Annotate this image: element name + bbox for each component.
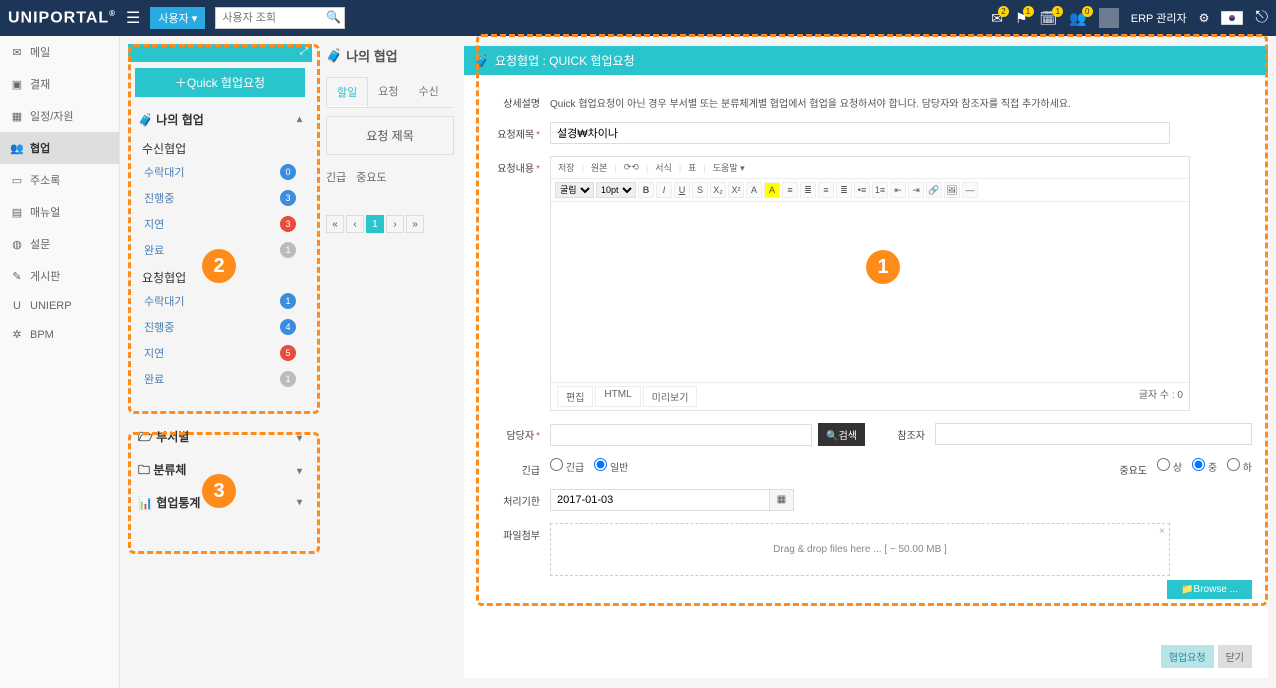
topbar: UNIPORTAL® ☰ 사용자 ▾ 🔍 ✉2 ⚑1 🗓1 👥0 ERP 관리자…: [0, 0, 1276, 36]
nav-icon: ✎: [10, 270, 24, 283]
nav-item-결재[interactable]: ▣결재: [0, 68, 119, 100]
close-button[interactable]: 닫기: [1218, 645, 1252, 668]
nav-item-메일[interactable]: ✉메일: [0, 36, 119, 68]
tab-request[interactable]: 요청: [368, 77, 408, 107]
list-header: 요청 제목: [326, 116, 454, 155]
nav-item-게시판[interactable]: ✎게시판: [0, 260, 119, 292]
search-icon[interactable]: 🔍: [326, 10, 341, 24]
nav-item-일정/자원[interactable]: ▦일정/자원: [0, 100, 119, 132]
pager-last[interactable]: »: [406, 215, 424, 233]
nav-icon: ✲: [10, 328, 24, 341]
flag-kr-icon[interactable]: [1221, 11, 1243, 25]
pager: « ‹ 1 › »: [326, 215, 454, 233]
marker-2: 2: [202, 249, 236, 283]
nav-icon: ▦: [10, 110, 24, 123]
user-dropdown[interactable]: 사용자 ▾: [150, 7, 205, 29]
main-nav: ✉메일▣결재▦일정/자원👥협업▭주소록▤매뉴얼◍설문✎게시판UUNIERP✲BP…: [0, 36, 120, 688]
nav-item-BPM[interactable]: ✲BPM: [0, 320, 119, 349]
alert-icon[interactable]: ⚑1: [1015, 10, 1028, 27]
group-icon[interactable]: 👥0: [1069, 10, 1086, 27]
pager-first[interactable]: «: [326, 215, 344, 233]
mail-icon[interactable]: ✉2: [991, 10, 1003, 27]
nav-icon: 👥: [10, 142, 24, 155]
nav-item-주소록[interactable]: ▭주소록: [0, 164, 119, 196]
nav-item-UNIERP[interactable]: UUNIERP: [0, 292, 119, 320]
nav-icon: ▭: [10, 174, 24, 187]
pager-next[interactable]: ›: [386, 215, 404, 233]
mid-column: 🧳 나의 협업 할일 요청 수신 요청 제목 긴급 중요도 « ‹ 1 › »: [320, 36, 460, 688]
nav-icon: ◍: [10, 238, 24, 251]
submit-button[interactable]: 협업요청: [1161, 645, 1214, 668]
pager-1[interactable]: 1: [366, 215, 384, 233]
calendar-icon[interactable]: 🗓1: [1040, 10, 1058, 27]
nav-item-협업[interactable]: 👥협업: [0, 132, 119, 164]
marker-1: 1: [866, 250, 900, 284]
user-name: ERP 관리자: [1131, 10, 1187, 26]
nav-icon: ✉: [10, 46, 24, 59]
nav-icon: U: [10, 300, 24, 312]
mid-tabs: 할일 요청 수신: [326, 77, 454, 108]
highlight-box-1: [476, 34, 1268, 606]
logo: UNIPORTAL®: [8, 9, 116, 27]
nav-icon: ▤: [10, 206, 24, 219]
nav-item-매뉴얼[interactable]: ▤매뉴얼: [0, 196, 119, 228]
mid-title: 🧳 나의 협업: [326, 46, 454, 65]
filter-urgent[interactable]: 긴급: [326, 169, 346, 185]
logout-icon[interactable]: ⎋: [1255, 9, 1268, 27]
nav-icon: ▣: [10, 78, 24, 91]
gear-icon[interactable]: ⚙: [1199, 11, 1210, 25]
highlight-box-2: [128, 44, 320, 414]
nav-item-설문[interactable]: ◍설문: [0, 228, 119, 260]
avatar[interactable]: [1099, 8, 1119, 28]
tab-todo[interactable]: 할일: [326, 77, 368, 107]
menu-toggle-icon[interactable]: ☰: [126, 8, 140, 28]
filter-priority[interactable]: 중요도: [356, 169, 386, 185]
tab-receive[interactable]: 수신: [409, 77, 449, 107]
pager-prev[interactable]: ‹: [346, 215, 364, 233]
marker-3: 3: [202, 474, 236, 508]
